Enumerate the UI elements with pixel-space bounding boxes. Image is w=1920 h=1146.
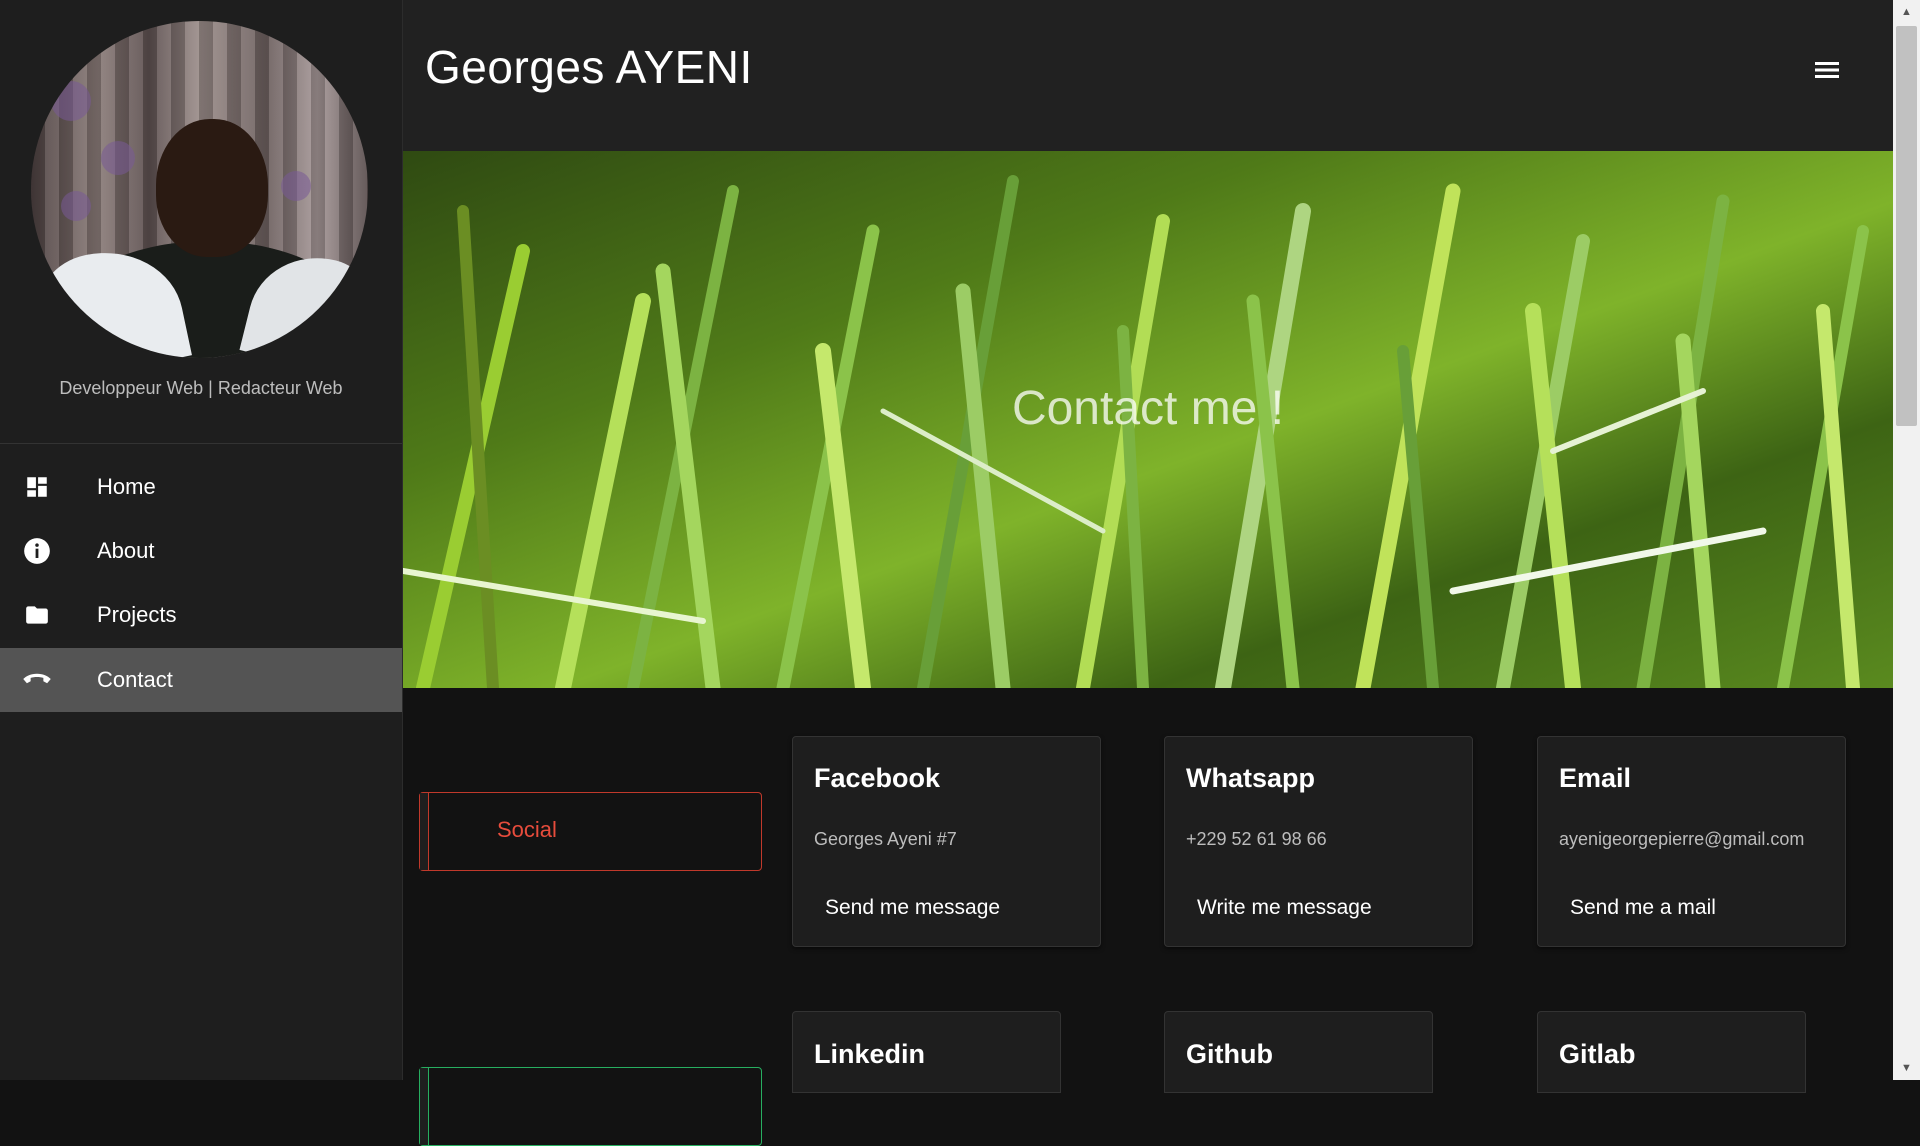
sidebar-divider: [0, 443, 402, 444]
section-tag-social[interactable]: Social: [419, 792, 762, 871]
section-tag-label: Social: [497, 817, 557, 842]
sidebar-item-projects[interactable]: Projects: [0, 583, 402, 647]
hamburger-menu-icon[interactable]: [1813, 58, 1841, 82]
contact-card-facebook: Facebook Georges Ayeni #7 Send me messag…: [792, 736, 1101, 947]
app-header: Georges AYENI: [403, 0, 1893, 151]
sidebar-item-label: Projects: [97, 602, 177, 627]
section-tag-next[interactable]: [419, 1067, 762, 1146]
write-message-button[interactable]: Write me message: [1197, 896, 1372, 920]
card-title: Email: [1559, 763, 1632, 793]
profile-tagline: Developpeur Web | Redacteur Web: [59, 378, 343, 398]
profile-avatar: [31, 21, 368, 358]
scrollbar-thumb[interactable]: [1896, 26, 1917, 426]
sidebar-item-contact[interactable]: Contact: [0, 648, 402, 712]
contact-card-github: Github: [1164, 1011, 1433, 1093]
folder-icon: [22, 600, 52, 630]
contact-card-linkedin: Linkedin: [792, 1011, 1061, 1093]
site-title: Georges AYENI: [425, 41, 753, 93]
sidebar-item-label: Contact: [97, 667, 173, 692]
dashboard-icon: [22, 472, 52, 502]
card-title: Whatsapp: [1186, 763, 1316, 793]
card-title: Github: [1186, 1039, 1273, 1069]
contact-card-whatsapp: Whatsapp +229 52 61 98 66 Write me messa…: [1164, 736, 1473, 947]
card-title: Linkedin: [814, 1039, 926, 1069]
card-detail: ayenigeorgepierre@gmail.com: [1559, 829, 1805, 849]
page-scrollbar[interactable]: ▲ ▼: [1893, 0, 1920, 1080]
card-title: Facebook: [814, 763, 941, 793]
scroll-down-arrow-icon[interactable]: ▼: [1893, 1056, 1920, 1080]
contact-card-gitlab: Gitlab: [1537, 1011, 1806, 1093]
sidebar-item-home[interactable]: Home: [0, 455, 402, 519]
card-title: Gitlab: [1559, 1039, 1636, 1069]
send-mail-button[interactable]: Send me a mail: [1570, 896, 1716, 920]
card-detail: +229 52 61 98 66: [1186, 829, 1327, 849]
sidebar: Developpeur Web | Redacteur Web Home Abo…: [0, 0, 403, 1080]
card-detail: Georges Ayeni #7: [814, 829, 957, 849]
banner-title: Contact me !: [1011, 382, 1285, 435]
contact-card-email: Email ayenigeorgepierre@gmail.com Send m…: [1537, 736, 1846, 947]
hero-banner: Contact me !: [403, 151, 1893, 688]
scroll-up-arrow-icon[interactable]: ▲: [1893, 0, 1920, 24]
sidebar-item-label: Home: [97, 474, 156, 499]
sidebar-item-label: About: [97, 538, 155, 563]
sidebar-item-about[interactable]: About: [0, 519, 402, 583]
send-message-button[interactable]: Send me message: [825, 896, 1000, 920]
info-icon: [22, 536, 52, 566]
phone-hangup-icon: [22, 665, 52, 695]
